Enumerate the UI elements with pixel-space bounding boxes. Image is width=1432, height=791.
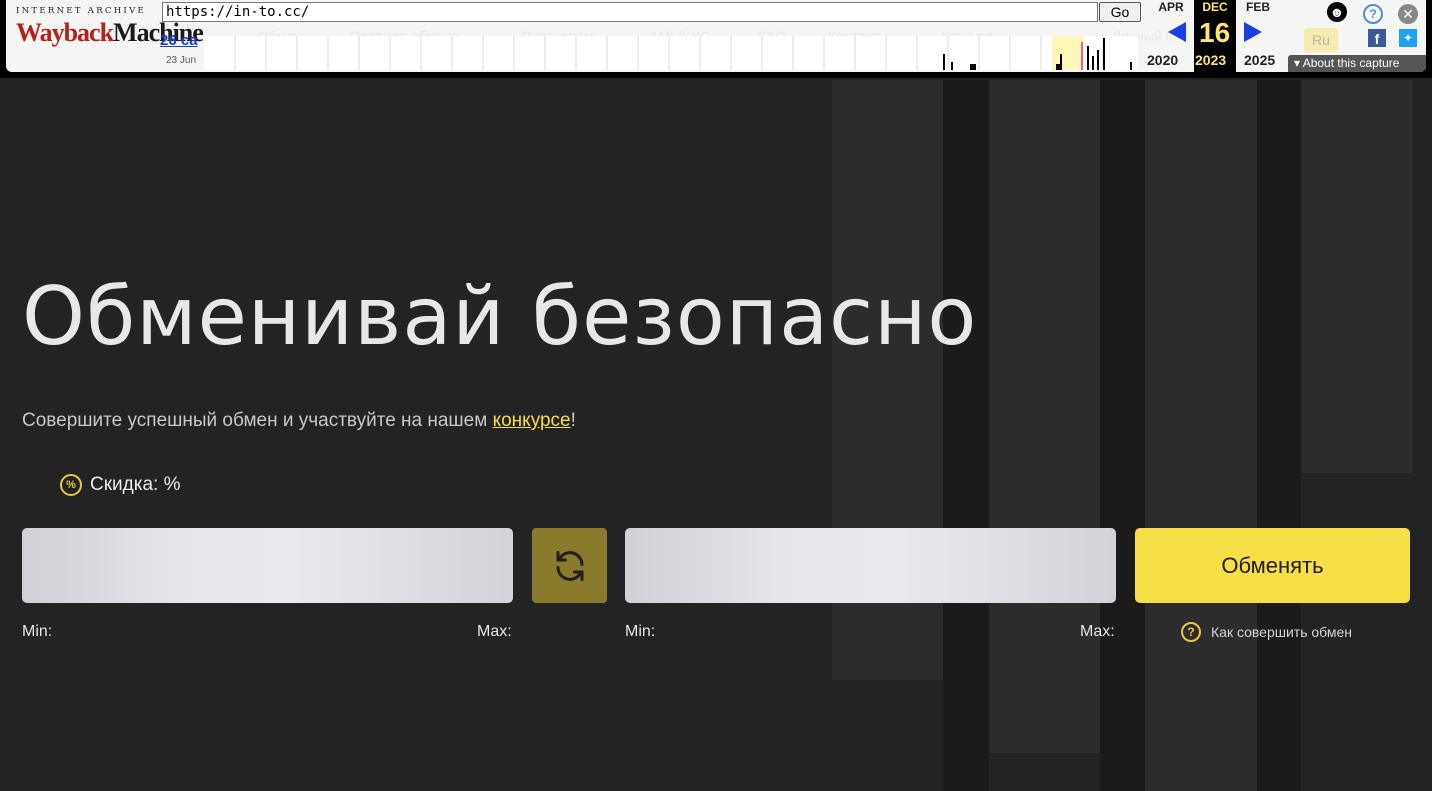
bg-column (1301, 80, 1413, 473)
how-to-label: Как совершить обмен (1211, 624, 1353, 640)
behind-lang: Ru (1304, 28, 1338, 52)
current-day: 16 (1199, 17, 1231, 48)
swap-icon (556, 550, 583, 581)
how-to-exchange-link[interactable]: ? Как совершить обмен (1181, 622, 1352, 642)
help-icon[interactable]: ? (1363, 4, 1383, 24)
bg-column (943, 80, 989, 791)
next-capture-arrow[interactable] (1244, 22, 1262, 42)
prev-year[interactable]: 2020 (1147, 52, 1178, 68)
from-min-label: Min: (22, 623, 53, 640)
question-icon: ? (1181, 622, 1201, 642)
capture-sparkline[interactable] (204, 36, 1138, 70)
subtitle-text: Совершите успешный обмен и участвуйте на… (22, 410, 493, 431)
page-title: Обменивай безопасно (22, 270, 978, 363)
logo-internet-archive: INTERNET ARCHIVE (16, 6, 147, 16)
to-max-label: Max: (1080, 623, 1115, 640)
url-input[interactable]: https://in-to.cc/ (162, 2, 1098, 22)
user-icon[interactable]: ☻ (1327, 2, 1347, 22)
discount-label: Скидка: % (90, 474, 181, 495)
go-button[interactable]: Go (1099, 2, 1141, 22)
next-month[interactable]: FEB (1238, 0, 1278, 14)
hero-subtitle: Совершите успешный обмен и участвуйте на… (22, 410, 576, 432)
contest-link[interactable]: конкурсе (493, 410, 571, 431)
to-currency-field[interactable] (625, 528, 1116, 603)
twitter-icon[interactable]: ✦ (1399, 29, 1417, 47)
to-min-label: Min: (625, 623, 656, 640)
wayback-toolbar: INTERNET ARCHIVE WaybackMachine https://… (0, 0, 1432, 78)
caret-down-icon: ▾ (1294, 56, 1301, 70)
about-capture-label: About this capture (1302, 56, 1400, 70)
wayback-logo[interactable]: INTERNET ARCHIVE WaybackMachine (16, 6, 204, 66)
percent-icon: % (60, 474, 82, 496)
current-year: 2023 (1195, 52, 1227, 68)
about-capture-dropdown[interactable]: ▾ About this capture (1288, 55, 1426, 72)
from-max-label: Max: (477, 623, 512, 640)
bg-column (989, 80, 1100, 753)
discount-row: % Скидка: % (60, 474, 180, 496)
bg-column (1145, 80, 1257, 791)
captures-since: 23 Jun (166, 55, 197, 66)
captures-link[interactable]: 26 ca (160, 32, 198, 49)
prev-month[interactable]: APR (1151, 0, 1191, 14)
swap-button[interactable] (532, 528, 607, 603)
from-currency-field[interactable] (22, 528, 513, 603)
bg-column (1100, 80, 1145, 791)
facebook-icon[interactable]: f (1368, 29, 1386, 47)
prev-capture-arrow[interactable] (1168, 22, 1186, 42)
exchange-button[interactable]: Обменять (1135, 528, 1410, 603)
logo-wayback: Wayback (16, 18, 114, 47)
next-year[interactable]: 2025 (1244, 52, 1275, 68)
bg-column (1257, 80, 1301, 791)
close-icon[interactable]: ✕ (1398, 4, 1418, 24)
subtitle-exclaim: ! (570, 410, 576, 431)
